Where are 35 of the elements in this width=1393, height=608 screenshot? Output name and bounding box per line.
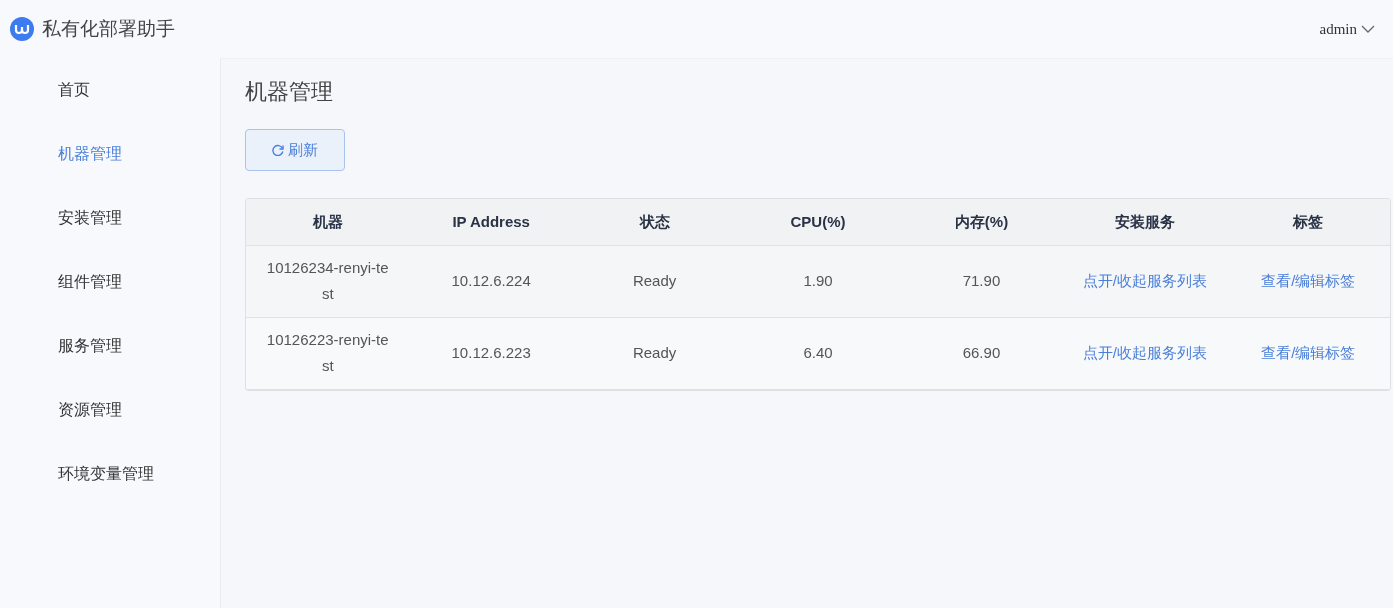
table-cell: 6.40 [803,344,833,362]
column-header: 标签 [1226,199,1391,246]
column-header: 内存(%) [899,199,1064,246]
sidebar-item[interactable]: 组件管理 [0,266,220,330]
column-header: CPU(%) [736,199,900,246]
app-title: 私有化部署助手 [42,16,175,41]
refresh-button[interactable]: 刷新 [245,129,345,172]
tags-link[interactable]: 查看/编辑标签 [1261,272,1356,290]
user-menu[interactable]: admin [1319,17,1375,41]
table-cell: Ready [632,344,677,362]
table-cell: 1.90 [803,272,833,290]
column-header: 状态 [572,199,737,246]
services-link[interactable]: 点开/收起服务列表 [1082,272,1207,290]
sidebar-item[interactable]: 首页 [0,74,220,138]
services-link[interactable]: 点开/收起服务列表 [1082,344,1207,362]
page-title: 机器管理 [245,79,334,106]
chevron-down-icon [1361,25,1375,33]
tags-link[interactable]: 查看/编辑标签 [1261,344,1356,362]
table-cell: 66.90 [962,344,1001,362]
table-cell-text: 10126223-renyi-test [265,330,390,377]
sidebar-item[interactable]: 安装管理 [0,202,220,266]
table-cell: 71.90 [962,272,1001,290]
column-header: 安装服务 [1063,199,1227,246]
table-cell-text: 10126234-renyi-test [265,258,390,305]
logo-icon [10,17,34,41]
table-cell: Ready [632,272,677,290]
sidebar-item[interactable]: 服务管理 [0,330,220,394]
table-cell: 10.12.6.224 [451,272,531,290]
refresh-icon [272,144,284,157]
sidebar-item[interactable]: 环境变量管理 [0,458,220,522]
table-cell: 10.12.6.223 [451,344,531,362]
sidebar-item[interactable]: 机器管理 [0,138,220,202]
column-header: 机器 [246,199,410,246]
sidebar-item[interactable]: 资源管理 [0,394,220,458]
column-header: IP Address [409,199,573,246]
